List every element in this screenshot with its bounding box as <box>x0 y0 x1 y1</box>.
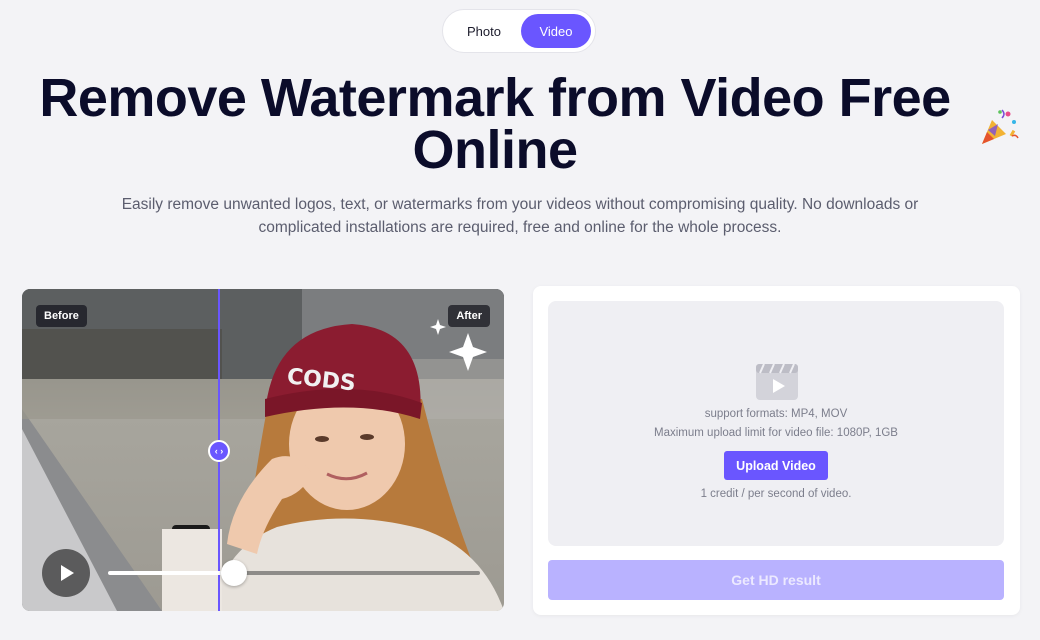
get-hd-result-button[interactable]: Get HD result <box>548 560 1004 600</box>
upload-dropzone[interactable]: support formats: MP4, MOV Maximum upload… <box>548 301 1004 546</box>
after-label: After <box>448 305 490 327</box>
page-title: Remove Watermark from Video Free Online <box>39 68 951 180</box>
video-tab[interactable]: Video <box>521 14 591 48</box>
compare-slider-handle[interactable]: ‹ › <box>208 440 230 462</box>
page-subtitle: Easily remove unwanted logos, text, or w… <box>121 196 919 236</box>
sample-video-frame: CODS <box>22 289 504 611</box>
media-type-toggle: Photo Video <box>442 9 596 53</box>
page: Photo Video Remove Watermark from Video … <box>0 0 1040 640</box>
video-progress-fill <box>108 571 235 575</box>
upload-video-button[interactable]: Upload Video <box>724 451 828 480</box>
photo-tab[interactable]: Photo <box>447 14 521 48</box>
upload-limit: Maximum upload limit for video file: 108… <box>654 427 898 439</box>
credit-note: 1 credit / per second of video. <box>700 488 852 500</box>
video-progress-bar[interactable] <box>108 560 480 586</box>
play-icon <box>61 565 74 581</box>
video-clapper-icon <box>756 363 798 400</box>
upload-card: support formats: MP4, MOV Maximum upload… <box>533 286 1020 615</box>
before-after-preview: CODS Before After ‹ › <box>22 289 504 611</box>
party-popper-icon <box>982 109 1019 144</box>
before-label: Before <box>36 305 87 327</box>
play-button[interactable] <box>42 549 90 597</box>
supported-formats: support formats: MP4, MOV <box>704 408 848 420</box>
